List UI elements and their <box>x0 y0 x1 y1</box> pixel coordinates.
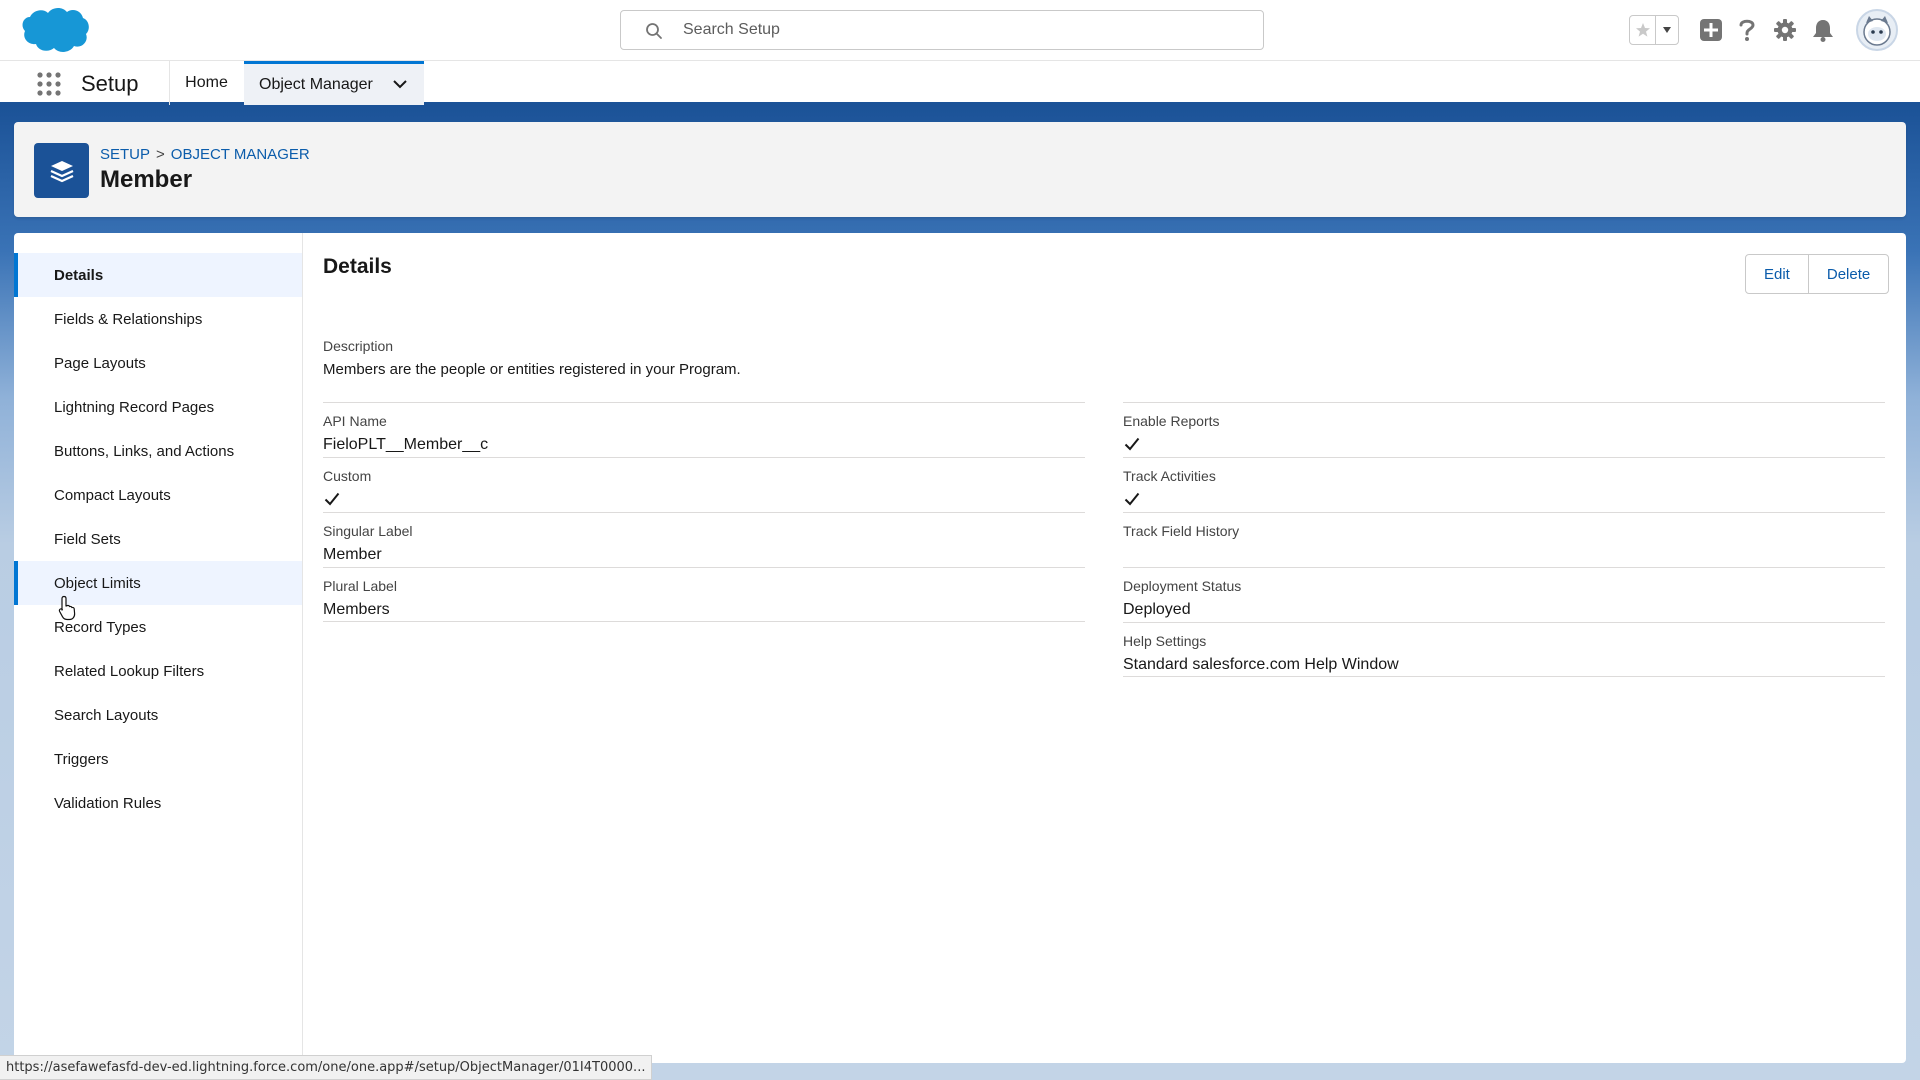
search-input[interactable] <box>683 17 1243 43</box>
chevron-down-icon[interactable] <box>392 76 408 92</box>
page-title: Member <box>100 166 193 193</box>
help-button[interactable] <box>1733 16 1761 44</box>
object-icon <box>34 143 89 198</box>
details-left-column: API Name FieloPLT__Member__c Custom Sing… <box>323 402 1085 622</box>
field-label: Custom <box>323 468 372 484</box>
bell-icon <box>1813 20 1833 42</box>
sidebar-item-lightning-record-pages[interactable]: Lightning Record Pages <box>14 385 302 429</box>
edit-button[interactable]: Edit <box>1746 255 1808 293</box>
field-label: Enable Reports <box>1123 413 1220 429</box>
breadcrumb-separator: > <box>156 146 165 163</box>
astro-avatar-icon <box>1863 16 1891 46</box>
field-enable-reports: Enable Reports <box>1123 402 1885 457</box>
field-label: Plural Label <box>323 578 397 594</box>
sidebar: Details Fields & Relationships Page Layo… <box>14 233 303 1063</box>
checkmark-icon <box>324 492 340 506</box>
field-track-activities: Track Activities <box>1123 457 1885 512</box>
field-value: Deployed <box>1123 601 1191 618</box>
field-deployment-status: Deployment Status Deployed <box>1123 567 1885 622</box>
favorites-button[interactable] <box>1630 16 1657 44</box>
app-name: Setup <box>81 71 139 96</box>
salesforce-logo[interactable] <box>18 5 90 55</box>
layers-icon <box>50 160 73 182</box>
sidebar-item-validation-rules[interactable]: Validation Rules <box>14 781 302 825</box>
description-value: Members are the people or entities regis… <box>323 361 741 378</box>
user-avatar[interactable] <box>1856 9 1898 51</box>
field-custom: Custom <box>323 457 1085 512</box>
details-actions: Edit Delete <box>1745 254 1890 294</box>
sidebar-item-search-layouts[interactable]: Search Layouts <box>14 693 302 737</box>
sidebar-item-fields-relationships[interactable]: Fields & Relationships <box>14 297 302 341</box>
field-label: Track Field History <box>1123 523 1240 539</box>
page-header: SETUP > OBJECT MANAGER Member <box>14 122 1906 217</box>
tab-home[interactable]: Home <box>170 61 243 105</box>
hand-cursor-icon <box>58 595 76 621</box>
star-icon <box>1635 23 1650 37</box>
app-launcher-icon[interactable] <box>36 71 62 97</box>
sidebar-item-triggers[interactable]: Triggers <box>14 737 302 781</box>
favorites-group <box>1629 15 1679 45</box>
breadcrumb-object-manager[interactable]: OBJECT MANAGER <box>171 146 310 163</box>
gear-icon <box>1774 19 1796 41</box>
field-value: Standard salesforce.com Help Window <box>1123 656 1399 673</box>
checkmark-icon <box>1124 437 1140 451</box>
delete-button[interactable]: Delete <box>1807 255 1888 293</box>
global-actions-button[interactable] <box>1697 16 1725 44</box>
field-value: FieloPLT__Member__c <box>323 436 489 453</box>
sidebar-item-field-sets[interactable]: Field Sets <box>14 517 302 561</box>
description-label: Description <box>323 338 394 354</box>
chevron-down-icon <box>1663 27 1672 33</box>
field-help-settings: Help Settings Standard salesforce.com He… <box>1123 622 1885 677</box>
context-bar: Setup Home Object Manager <box>0 61 1920 105</box>
sidebar-item-compact-layouts[interactable]: Compact Layouts <box>14 473 302 517</box>
field-singular-label: Singular Label Member <box>323 512 1085 567</box>
status-bar-url: https://asefawefasfd-dev-ed.lightning.fo… <box>0 1055 653 1080</box>
tab-object-manager-label: Object Manager <box>259 75 373 93</box>
breadcrumb-setup[interactable]: SETUP <box>100 146 150 163</box>
field-label: Singular Label <box>323 523 413 539</box>
global-header <box>0 0 1920 61</box>
sidebar-item-details[interactable]: Details <box>14 253 302 297</box>
field-label: Track Activities <box>1123 468 1216 484</box>
sidebar-item-page-layouts[interactable]: Page Layouts <box>14 341 302 385</box>
help-icon <box>1739 19 1755 41</box>
field-label: Help Settings <box>1123 633 1207 649</box>
field-label: API Name <box>323 413 387 429</box>
favorites-dropdown-button[interactable] <box>1656 16 1678 44</box>
sidebar-item-buttons-links-actions[interactable]: Buttons, Links, and Actions <box>14 429 302 473</box>
field-track-field-history: Track Field History <box>1123 512 1885 567</box>
search-icon <box>646 23 662 39</box>
details-content: Details Edit Delete Description Members … <box>323 233 1890 1063</box>
breadcrumb: SETUP > OBJECT MANAGER <box>100 146 310 163</box>
notifications-button[interactable] <box>1809 16 1837 44</box>
details-title: Details <box>323 255 392 278</box>
search-setup-box[interactable] <box>620 10 1264 50</box>
field-plural-label: Plural Label Members <box>323 567 1085 622</box>
field-value: Members <box>323 601 390 618</box>
checkmark-icon <box>1124 492 1140 506</box>
main-panel: Details Fields & Relationships Page Layo… <box>14 233 1906 1063</box>
tab-object-manager[interactable]: Object Manager <box>244 61 424 105</box>
field-value: Member <box>323 546 382 563</box>
setup-gear-button[interactable] <box>1771 16 1799 44</box>
field-label: Deployment Status <box>1123 578 1242 594</box>
details-right-column: Enable Reports Track Activities Track Fi… <box>1123 402 1885 677</box>
add-icon <box>1700 19 1722 41</box>
sidebar-item-related-lookup-filters[interactable]: Related Lookup Filters <box>14 649 302 693</box>
field-api-name: API Name FieloPLT__Member__c <box>323 402 1085 457</box>
